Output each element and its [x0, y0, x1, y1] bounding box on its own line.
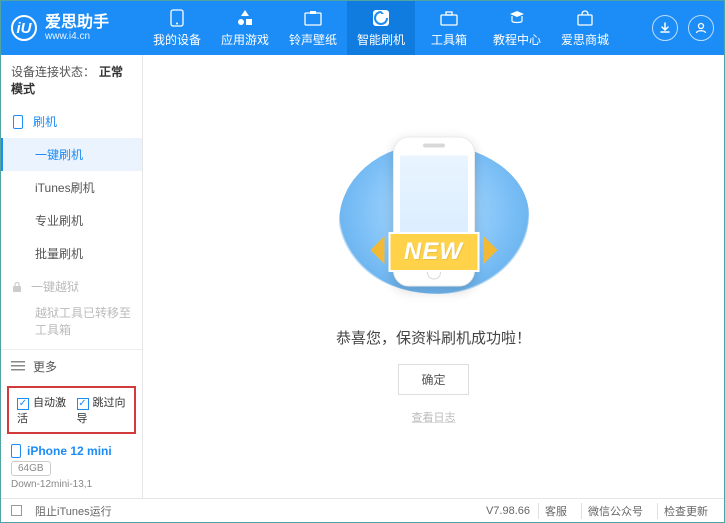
tutorial-icon: [508, 9, 526, 27]
top-nav: 我的设备 应用游戏 铃声壁纸 智能刷机 工具箱 教程中心 爱思商城: [143, 1, 652, 55]
version-label: V7.98.66: [486, 505, 530, 517]
checkbox-checked-icon: ✓: [77, 398, 89, 410]
sidebar-item-batch-flash[interactable]: 批量刷机: [1, 237, 142, 270]
logo-title: 爱思助手: [45, 14, 109, 32]
account-button[interactable]: [688, 15, 714, 41]
sidebar-item-itunes-flash[interactable]: iTunes刷机: [1, 171, 142, 204]
nav-label: 铃声壁纸: [289, 31, 337, 48]
nav-wallpaper[interactable]: 铃声壁纸: [279, 1, 347, 55]
sidebar-cat-flash[interactable]: 刷机: [1, 105, 142, 138]
header-right: ≡ — □ ✕: [652, 15, 714, 41]
connected-device[interactable]: iPhone 12 mini 64GB Down-12mini-13,1: [1, 438, 142, 498]
lock-icon: [11, 281, 23, 293]
sidebar-item-onekey-flash[interactable]: 一键刷机: [1, 138, 142, 171]
sidebar-cat-jailbreak: 一键越狱: [1, 270, 142, 303]
app-header: iU 爱思助手 www.i4.cn 我的设备 应用游戏 铃声壁纸 智能刷机 工具…: [1, 1, 724, 55]
nav-shop[interactable]: 爱思商城: [551, 1, 619, 55]
app-logo: iU 爱思助手 www.i4.cn: [11, 14, 143, 43]
new-banner: NEW: [388, 232, 479, 272]
sidebar: 设备连接状态：正常模式 刷机 一键刷机 iTunes刷机 专业刷机 批量刷机 一…: [1, 55, 143, 498]
main-content: NEW 恭喜您，保资料刷机成功啦！ 确定 查看日志: [143, 55, 724, 498]
device-identifier: Down-12mini-13,1: [11, 479, 134, 490]
statusbar: 阻止iTunes运行 V7.98.66 客服 微信公众号 检查更新: [1, 498, 724, 522]
nav-label: 我的设备: [153, 31, 201, 48]
flash-icon: [372, 9, 390, 27]
nav-label: 爱思商城: [561, 31, 609, 48]
sidebar-item-pro-flash[interactable]: 专业刷机: [1, 204, 142, 237]
nav-label: 应用游戏: [221, 31, 269, 48]
nav-flash[interactable]: 智能刷机: [347, 1, 415, 55]
more-icon: [11, 361, 25, 371]
nav-label: 工具箱: [431, 31, 467, 48]
nav-my-device[interactable]: 我的设备: [143, 1, 211, 55]
confirm-button[interactable]: 确定: [398, 364, 468, 395]
sidebar-cat-label: 刷机: [33, 113, 57, 130]
sidebar-cat-label: 更多: [33, 358, 57, 375]
auto-activate-option[interactable]: ✓自动激活: [17, 394, 67, 426]
logo-icon: iU: [11, 15, 37, 41]
nav-label: 教程中心: [493, 31, 541, 48]
toolbox-icon: [440, 9, 458, 27]
download-button[interactable]: [652, 15, 678, 41]
sidebar-cat-label: 一键越狱: [31, 278, 79, 295]
skip-guide-option[interactable]: ✓跳过向导: [77, 394, 127, 426]
stop-itunes-checkbox[interactable]: [11, 505, 22, 516]
device-status-label: 设备连接状态：: [11, 65, 95, 79]
footer-link-wechat[interactable]: 微信公众号: [581, 503, 649, 519]
apps-icon: [236, 9, 254, 27]
success-text: 恭喜您，保资料刷机成功啦！: [336, 327, 531, 348]
footer-link-update[interactable]: 检查更新: [657, 503, 714, 519]
view-log-link[interactable]: 查看日志: [412, 409, 456, 425]
footer-link-support[interactable]: 客服: [538, 503, 573, 519]
wallpaper-icon: [304, 9, 322, 27]
nav-apps[interactable]: 应用游戏: [211, 1, 279, 55]
device-status: 设备连接状态：正常模式: [1, 55, 142, 105]
nav-tutorial[interactable]: 教程中心: [483, 1, 551, 55]
logo-url: www.i4.cn: [45, 31, 109, 42]
sidebar-cat-more[interactable]: 更多: [1, 349, 142, 382]
jailbreak-note: 越狱工具已转移至工具箱: [1, 303, 142, 347]
device-storage: 64GB: [11, 461, 51, 476]
device-name: iPhone 12 mini: [27, 444, 112, 458]
options-highlight-box: ✓自动激活 ✓跳过向导: [7, 386, 136, 434]
checkbox-checked-icon: ✓: [17, 398, 29, 410]
app-body: 设备连接状态：正常模式 刷机 一键刷机 iTunes刷机 专业刷机 批量刷机 一…: [1, 55, 724, 498]
device-icon: [11, 444, 21, 458]
success-illustration: NEW: [329, 129, 539, 309]
phone-icon: [168, 9, 186, 27]
shop-icon: [576, 9, 594, 27]
nav-label: 智能刷机: [357, 31, 405, 48]
phone-small-icon: [11, 115, 25, 129]
nav-toolbox[interactable]: 工具箱: [415, 1, 483, 55]
stop-itunes-label: 阻止iTunes运行: [35, 503, 112, 519]
